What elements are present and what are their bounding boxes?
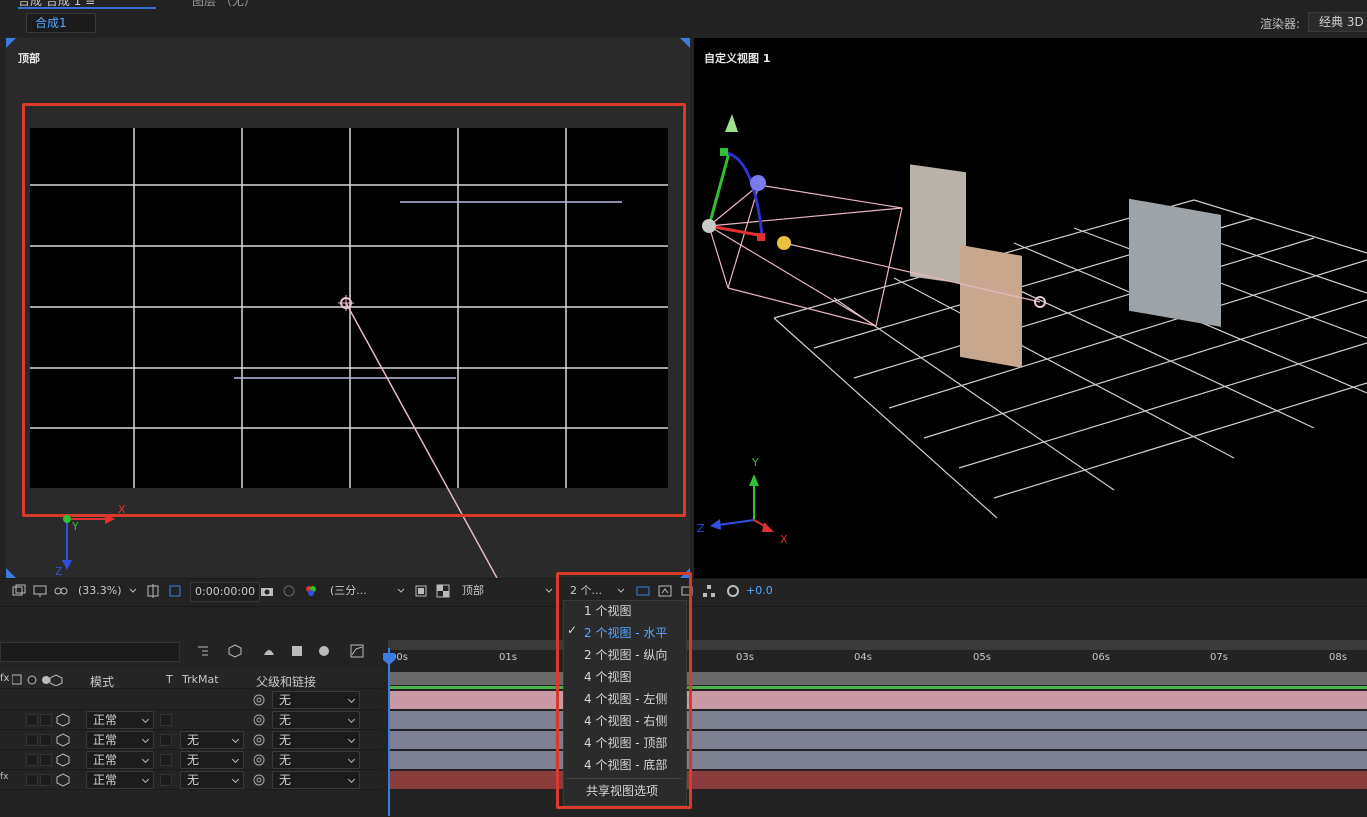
layer-duration-bar[interactable] bbox=[388, 731, 1367, 749]
switches-header-icons bbox=[12, 674, 63, 686]
layer-row[interactable]: fx 正常 无 无 bbox=[0, 770, 383, 790]
mode-select[interactable]: 正常 bbox=[86, 751, 154, 769]
mode-select[interactable]: 正常 bbox=[86, 731, 154, 749]
layer-row[interactable]: 正常 无 bbox=[0, 710, 383, 730]
layer-duration-bar[interactable] bbox=[388, 771, 1367, 789]
parent-select[interactable]: 无 bbox=[272, 771, 360, 789]
x-axis-label: X bbox=[780, 533, 788, 546]
z-axis-label: Z bbox=[55, 565, 63, 578]
draft-3d-icon[interactable] bbox=[228, 644, 242, 658]
show-snapshot-icon[interactable] bbox=[282, 584, 296, 598]
t-column-header: T bbox=[166, 673, 173, 686]
parent-select[interactable]: 无 bbox=[272, 751, 360, 769]
chevron-down-icon[interactable] bbox=[396, 586, 406, 596]
composition-flowchart-icon[interactable] bbox=[196, 644, 210, 658]
pickwhip-icon[interactable] bbox=[252, 713, 266, 727]
exposure-value[interactable]: +0.0 bbox=[746, 582, 773, 600]
x-axis-label: X bbox=[118, 503, 126, 516]
renderer-select[interactable]: 经典 3D bbox=[1308, 12, 1367, 32]
layer-row[interactable]: 正常 无 无 bbox=[0, 730, 383, 750]
frame-blending-icon[interactable] bbox=[290, 644, 304, 658]
z-axis-label: Z bbox=[697, 522, 705, 535]
pickwhip-icon[interactable] bbox=[252, 733, 266, 747]
flowchart-icon[interactable] bbox=[702, 584, 716, 598]
timecode-field[interactable]: 0:00:00:00 bbox=[190, 582, 261, 602]
grid-guides-icon[interactable] bbox=[146, 584, 160, 598]
ruler-label: 01s bbox=[499, 652, 517, 663]
always-preview-icon[interactable] bbox=[12, 584, 26, 598]
monitor-icon[interactable] bbox=[33, 584, 47, 598]
layer-search-input[interactable] bbox=[0, 642, 180, 662]
reset-exposure-icon[interactable] bbox=[726, 584, 740, 598]
3d-layer-icon[interactable] bbox=[56, 713, 70, 727]
mode-column-header: 模式 bbox=[90, 675, 115, 689]
view-layout-highlight-box bbox=[556, 572, 692, 809]
parent-select[interactable]: 无 bbox=[272, 691, 360, 709]
resolution-select[interactable]: (三分... bbox=[330, 582, 367, 600]
top-view-highlight-box bbox=[22, 103, 686, 517]
ruler-label: 08s bbox=[1329, 652, 1347, 663]
custom-view-scene bbox=[702, 114, 1367, 532]
trkmat-select[interactable]: 无 bbox=[180, 751, 244, 769]
region-of-interest-icon[interactable] bbox=[414, 584, 428, 598]
trkmat-select[interactable]: 无 bbox=[180, 771, 244, 789]
mask-icon[interactable] bbox=[54, 584, 68, 598]
pickwhip-icon[interactable] bbox=[252, 773, 266, 787]
timeline-work-area[interactable] bbox=[388, 672, 1367, 685]
layer-row[interactable]: 无 bbox=[0, 690, 383, 710]
ruler-label: 04s bbox=[854, 652, 872, 663]
fx-indicator[interactable]: fx bbox=[0, 772, 9, 782]
playhead-handle-icon[interactable] bbox=[382, 652, 396, 666]
ruler-label: 06s bbox=[1092, 652, 1110, 663]
parent-select[interactable]: 无 bbox=[272, 711, 360, 729]
motion-blur-icon[interactable] bbox=[316, 644, 330, 658]
ruler-label: 03s bbox=[736, 652, 754, 663]
color-channels-icon[interactable] bbox=[304, 584, 318, 598]
image-layer-2 bbox=[960, 244, 1022, 368]
playhead[interactable] bbox=[388, 648, 390, 816]
3d-layer-icon[interactable] bbox=[56, 753, 70, 767]
pickwhip-icon[interactable] bbox=[252, 693, 266, 707]
work-area-bar[interactable] bbox=[388, 640, 1367, 650]
image-layer-3 bbox=[1129, 198, 1221, 327]
image-layer-1 bbox=[910, 164, 966, 285]
parent-column-header: 父级和链接 bbox=[256, 675, 317, 689]
mode-select[interactable]: 正常 bbox=[86, 771, 154, 789]
trkmat-select[interactable]: 无 bbox=[180, 731, 244, 749]
camera-snapshot-icon[interactable] bbox=[260, 584, 274, 598]
parent-select[interactable]: 无 bbox=[272, 731, 360, 749]
chevron-down-icon[interactable] bbox=[544, 586, 554, 596]
pickwhip-icon[interactable] bbox=[252, 753, 266, 767]
trkmat-column-header: TrkMat bbox=[182, 673, 219, 686]
fx-column-header: fx bbox=[0, 673, 10, 684]
layer-duration-bar[interactable] bbox=[388, 751, 1367, 769]
render-progress-bar bbox=[388, 686, 1367, 689]
transparency-grid-icon[interactable] bbox=[436, 584, 450, 598]
mask-visibility-icon[interactable] bbox=[168, 584, 182, 598]
y-axis-label: Y bbox=[752, 456, 759, 469]
y-axis-label: Y bbox=[72, 520, 79, 533]
shy-layers-icon[interactable] bbox=[262, 644, 276, 658]
mode-select[interactable]: 正常 bbox=[86, 711, 154, 729]
chevron-down-icon[interactable] bbox=[128, 586, 138, 596]
zoom-select[interactable]: (33.3%) bbox=[78, 582, 122, 600]
3d-view-select[interactable]: 顶部 bbox=[462, 582, 546, 600]
layer-duration-bar[interactable] bbox=[388, 711, 1367, 729]
ruler-label: 07s bbox=[1210, 652, 1228, 663]
renderer-label: 渲染器: bbox=[1260, 17, 1301, 31]
3d-layer-icon[interactable] bbox=[56, 733, 70, 747]
layer-duration-bar[interactable] bbox=[388, 691, 1367, 709]
layer-row[interactable]: 正常 无 无 bbox=[0, 750, 383, 770]
graph-editor-icon[interactable] bbox=[350, 644, 364, 658]
3d-layer-icon[interactable] bbox=[56, 773, 70, 787]
ruler-label: 05s bbox=[973, 652, 991, 663]
